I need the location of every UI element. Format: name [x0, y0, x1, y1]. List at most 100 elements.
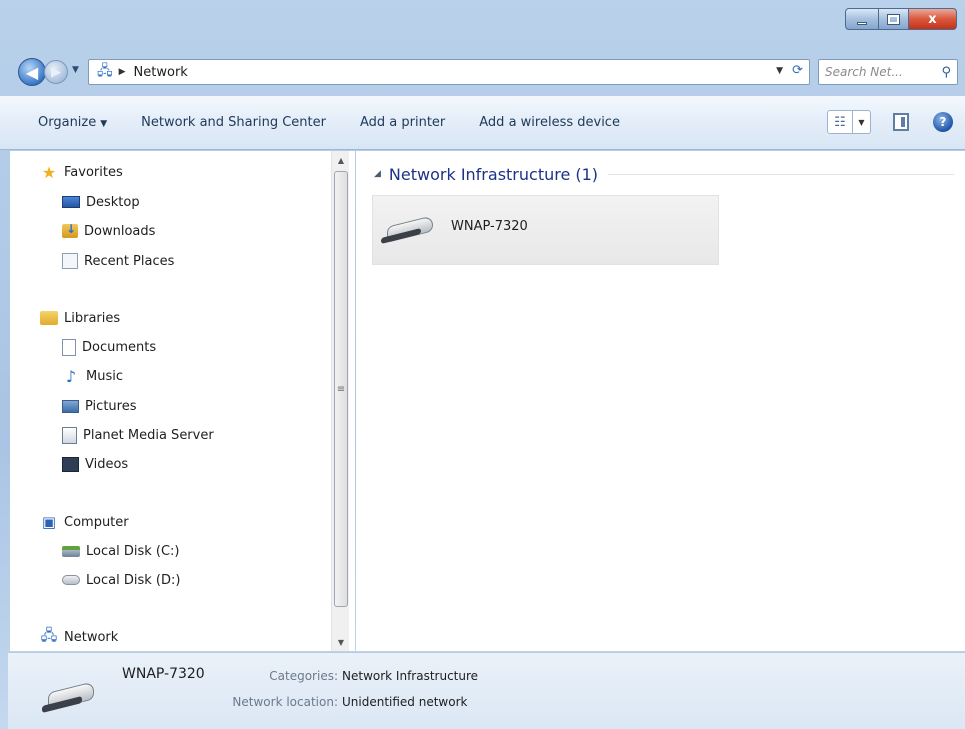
videos-icon	[62, 456, 79, 472]
address-dropdown-icon[interactable]: ▼	[776, 66, 783, 76]
group-divider	[608, 173, 954, 175]
scroll-up-icon[interactable]: ▲	[332, 151, 350, 169]
details-network-location: Network location: Unidentified network	[158, 695, 467, 709]
file-list: ◢ Network Infrastructure (1) WNAP-7320	[356, 151, 965, 651]
address-bar[interactable]: 🖧 ▶ Network ▼ ⟳	[88, 59, 810, 85]
chevron-down-icon: ▼	[858, 117, 865, 127]
network-sharing-center-button[interactable]: Network and Sharing Center	[141, 115, 326, 130]
sidebar-item-recent-places[interactable]: Recent Places	[62, 249, 174, 273]
help-icon[interactable]: ?	[933, 112, 953, 132]
forward-arrow-icon: ▶	[51, 64, 61, 80]
sidebar-item-computer[interactable]: ▣ Computer	[40, 510, 129, 534]
details-pane: WNAP-7320 Categories: Network Infrastruc…	[8, 652, 965, 729]
search-placeholder: Search Net...	[825, 65, 903, 79]
chevron-down-icon: ▼	[72, 65, 79, 75]
scrollbar-thumb[interactable]: ≡	[334, 171, 348, 607]
sidebar-item-desktop[interactable]: Desktop	[62, 190, 140, 214]
more-views-button[interactable]: ▼	[853, 110, 871, 134]
navigation-pane: ★ Favorites Desktop Downloads Recent Plac…	[10, 151, 355, 651]
scroll-down-icon[interactable]: ▼	[332, 633, 350, 651]
sidebar-item-label: Music	[86, 368, 123, 384]
network-icon: 🖧	[40, 625, 58, 644]
libraries-icon	[40, 311, 58, 325]
breadcrumb-network[interactable]: Network	[134, 65, 188, 80]
sidebar-item-music[interactable]: ♪ Music	[62, 364, 123, 388]
sidebar-item-label: Network	[64, 629, 119, 645]
sidebar-item-favorites[interactable]: ★ Favorites	[40, 160, 123, 184]
change-view-button[interactable]: ☷	[827, 110, 853, 134]
group-title: Network Infrastructure (1)	[388, 164, 599, 184]
pictures-icon	[62, 399, 79, 413]
media-server-icon	[62, 426, 77, 444]
downloads-icon	[62, 222, 78, 238]
command-bar: Organize ▼ Network and Sharing Center Add…	[0, 96, 965, 150]
close-icon: x	[928, 11, 937, 27]
desktop-icon	[62, 196, 80, 208]
search-input[interactable]: Search Net... ⚲	[818, 59, 958, 85]
device-label: WNAP-7320	[451, 218, 528, 234]
router-icon	[381, 215, 435, 244]
add-printer-button[interactable]: Add a printer	[360, 115, 445, 130]
sidebar-item-label: Downloads	[84, 223, 156, 239]
view-icon: ☷	[834, 114, 846, 130]
grip-icon: ≡	[336, 383, 346, 395]
sidebar-item-network[interactable]: 🖧 Network	[40, 625, 119, 649]
recent-pages-button[interactable]: ▼	[72, 65, 79, 75]
star-icon: ★	[41, 162, 57, 182]
minimize-icon	[857, 21, 867, 25]
router-icon	[40, 681, 100, 713]
device-tile[interactable]: WNAP-7320	[372, 195, 719, 265]
forward-button[interactable]: ▶	[44, 60, 68, 84]
sidebar-item-pictures[interactable]: Pictures	[62, 394, 136, 418]
details-key: Network location:	[232, 695, 338, 709]
details-value: Network Infrastructure	[342, 669, 479, 683]
sidebar-item-label: Favorites	[64, 164, 123, 180]
computer-icon: ▣	[41, 513, 57, 531]
chevron-down-icon: ▼	[100, 119, 108, 129]
view-controls: ☷ ▼ ?	[827, 110, 953, 134]
sidebar-item-libraries[interactable]: Libraries	[40, 306, 120, 330]
details-categories: Categories: Network Infrastructure	[158, 669, 478, 683]
sidebar-item-label: Local Disk (C:)	[86, 543, 180, 559]
maximize-icon	[887, 13, 900, 25]
navigation-tree: ★ Favorites Desktop Downloads Recent Plac…	[10, 151, 330, 651]
back-arrow-icon: ◀	[25, 62, 39, 82]
preview-pane-icon[interactable]	[893, 113, 909, 131]
details-key: Categories:	[269, 669, 338, 683]
details-value: Unidentified network	[342, 695, 468, 709]
navigation-bar: ◀ ▶ ▼ 🖧 ▶ Network ▼ ⟳ Search Net... ⚲	[0, 52, 965, 96]
search-icon[interactable]: ⚲	[941, 65, 951, 80]
sidebar-item-label: Desktop	[86, 194, 140, 210]
minimize-button[interactable]	[845, 8, 879, 30]
network-icon: 🖧	[97, 63, 113, 79]
sidebar-item-videos[interactable]: Videos	[62, 452, 128, 476]
refresh-icon[interactable]: ⟳	[792, 63, 803, 78]
sidebar-item-label: Planet Media Server	[83, 427, 214, 443]
sidebar-item-label: Recent Places	[84, 253, 175, 269]
sidebar-item-planet-media-server[interactable]: Planet Media Server	[62, 423, 214, 447]
recent-places-icon	[62, 253, 78, 269]
local-disk-icon	[62, 545, 80, 557]
add-wireless-device-button[interactable]: Add a wireless device	[479, 115, 620, 130]
sidebar-item-label: Local Disk (D:)	[86, 572, 181, 588]
music-icon: ♪	[65, 366, 77, 386]
back-button[interactable]: ◀	[18, 58, 46, 86]
sidebar-item-documents[interactable]: Documents	[62, 335, 156, 359]
sidebar-item-label: Documents	[82, 339, 157, 355]
sidebar-item-local-disk-c[interactable]: Local Disk (C:)	[62, 539, 179, 563]
sidebar-item-label: Computer	[64, 514, 129, 530]
sidebar-item-label: Pictures	[85, 398, 137, 414]
close-button[interactable]: x	[909, 8, 957, 30]
sidebar-item-label: Videos	[85, 456, 129, 472]
sidebar-item-local-disk-d[interactable]: Local Disk (D:)	[62, 568, 180, 592]
caption-buttons: x	[845, 8, 957, 30]
organize-menu[interactable]: Organize ▼	[38, 115, 107, 130]
group-header[interactable]: ◢ Network Infrastructure (1)	[374, 163, 954, 185]
navigation-scrollbar[interactable]: ▲ ≡ ▼	[331, 151, 349, 651]
maximize-button[interactable]	[879, 8, 909, 30]
documents-icon	[62, 338, 76, 356]
removable-disk-icon	[62, 575, 80, 585]
sidebar-item-downloads[interactable]: Downloads	[62, 219, 155, 243]
collapse-icon[interactable]: ◢	[374, 169, 381, 179]
breadcrumb-separator-icon[interactable]: ▶	[119, 67, 126, 77]
